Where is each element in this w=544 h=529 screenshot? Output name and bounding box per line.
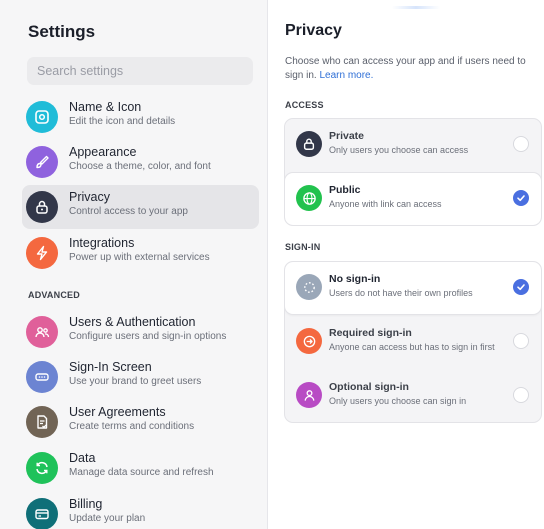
lightning-icon (26, 237, 58, 269)
no-sign-in-radio-checked[interactable] (513, 279, 529, 295)
sidebar-item-users-authentication[interactable]: Users & Authentication Configure users a… (22, 310, 259, 354)
sidebar-item-appearance[interactable]: Appearance Choose a theme, color, and fo… (22, 140, 259, 184)
option-label: Public (329, 184, 361, 196)
lock-icon (296, 131, 322, 157)
option-private[interactable]: Private Only users you choose can access (285, 119, 541, 171)
sidebar-item-sub: Control access to your app (69, 206, 188, 217)
page-description: Choose who can access your app and if us… (285, 55, 539, 83)
option-label: No sign-in (329, 273, 381, 285)
sidebar-item-privacy[interactable]: Privacy Control access to your app (22, 185, 259, 229)
public-radio-checked[interactable] (513, 190, 529, 206)
sidebar-item-billing[interactable]: Billing Update your plan (22, 492, 259, 529)
sidebar-item-label: Sign-In Screen (69, 360, 152, 374)
globe-icon (296, 185, 322, 211)
page-title: Privacy (285, 22, 342, 39)
option-public[interactable]: Public Anyone with link can access (285, 173, 541, 225)
sidebar-item-sub: Power up with external services (69, 252, 210, 263)
sidebar-item-label: Integrations (69, 236, 135, 250)
sidebar-item-sub: Manage data source and refresh (69, 467, 214, 478)
option-label: Private (329, 130, 365, 142)
option-no-sign-in[interactable]: No sign-in Users do not have their own p… (285, 262, 541, 314)
optional-sign-in-radio[interactable] (513, 387, 529, 403)
sidebar-item-sub: Update your plan (69, 513, 146, 524)
option-sub: Users do not have their own profiles (329, 288, 473, 298)
search-placeholder: Search settings (37, 64, 124, 78)
option-label: Optional sign-in (329, 381, 409, 393)
top-accent-line (392, 6, 440, 9)
sidebar-item-sub: Choose a theme, color, and font (69, 161, 211, 172)
sign-in-heading: SIGN-IN (285, 242, 321, 252)
card-icon (26, 498, 58, 529)
refresh-icon (26, 452, 58, 484)
option-sub: Anyone with link can access (329, 199, 442, 209)
sidebar-item-label: Billing (69, 497, 103, 511)
user-icon (296, 382, 322, 408)
sidebar-item-label: User Agreements (69, 405, 166, 419)
sidebar-item-label: Users & Authentication (69, 315, 196, 329)
sidebar-title: Settings (28, 22, 96, 41)
settings-sidebar: Settings Search settings Name & Icon Edi… (0, 0, 268, 529)
sidebar-item-sub: Use your brand to greet users (69, 376, 202, 387)
privacy-panel: Privacy Choose who can access your app a… (269, 0, 544, 529)
option-optional-sign-in[interactable]: Optional sign-in Only users you choose c… (285, 370, 541, 422)
document-check-icon (26, 406, 58, 438)
sidebar-item-sign-in-screen[interactable]: Sign-In Screen Use your brand to greet u… (22, 355, 259, 399)
lock-icon (26, 191, 58, 223)
sidebar-item-label: Data (69, 451, 96, 465)
password-field-icon (26, 361, 58, 393)
option-sub: Anyone can access but has to sign in fir… (329, 342, 495, 352)
required-sign-in-radio[interactable] (513, 333, 529, 349)
sidebar-item-sub: Configure users and sign-in options (69, 331, 227, 342)
sidebar-item-user-agreements[interactable]: User Agreements Create terms and conditi… (22, 400, 259, 444)
private-radio[interactable] (513, 136, 529, 152)
check-icon (517, 284, 525, 291)
option-label: Required sign-in (329, 327, 412, 339)
access-options: Private Only users you choose can access… (284, 118, 542, 226)
option-sub: Only users you choose can access (329, 145, 469, 155)
sidebar-item-sub: Create terms and conditions (69, 421, 195, 432)
option-sub: Only users you choose can sign in (329, 396, 467, 406)
sidebar-item-label: Privacy (69, 190, 110, 204)
users-icon (26, 316, 58, 348)
sidebar-item-data[interactable]: Data Manage data source and refresh (22, 446, 259, 490)
enter-icon (296, 328, 322, 354)
sidebar-item-sub: Edit the icon and details (69, 116, 176, 127)
dashed-circle-icon (296, 274, 322, 300)
sign-in-options: No sign-in Users do not have their own p… (284, 261, 542, 423)
advanced-heading: ADVANCED (28, 290, 80, 300)
option-required-sign-in[interactable]: Required sign-in Anyone can access but h… (285, 316, 541, 368)
sidebar-item-integrations[interactable]: Integrations Power up with external serv… (22, 231, 259, 275)
sidebar-item-name-icon[interactable]: Name & Icon Edit the icon and details (22, 95, 259, 139)
square-image-icon (26, 101, 58, 133)
sidebar-item-label: Name & Icon (69, 100, 142, 114)
search-input[interactable]: Search settings (27, 57, 253, 85)
learn-more-link[interactable]: Learn more. (319, 70, 373, 81)
sidebar-item-label: Appearance (69, 145, 137, 159)
access-heading: ACCESS (285, 100, 324, 110)
brush-icon (26, 146, 58, 178)
check-icon (517, 195, 525, 202)
